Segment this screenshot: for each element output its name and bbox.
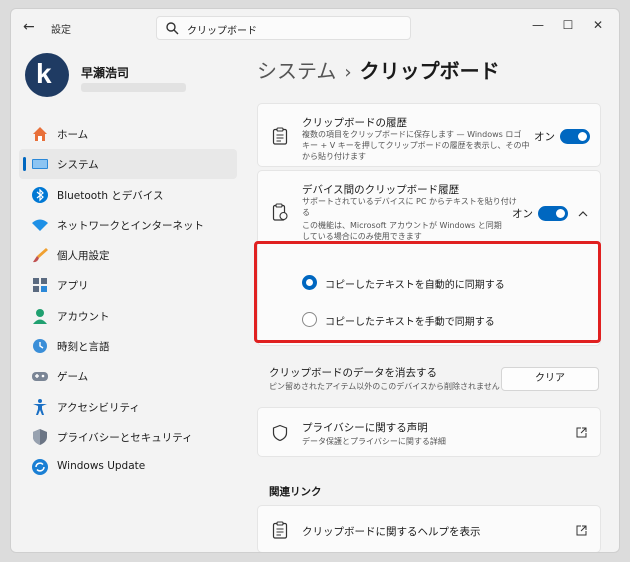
page-title: クリップボード — [359, 59, 500, 83]
privacy-card[interactable]: プライバシーに関する声明 データ保護とプライバシーに関する詳細 — [257, 407, 601, 457]
sidebar-item-label: アクセシビリティ — [57, 401, 140, 414]
breadcrumb: システム › クリップボード — [257, 55, 500, 84]
close-icon[interactable]: ✕ — [583, 15, 613, 35]
shield-icon — [272, 424, 288, 442]
external-link-icon — [576, 525, 587, 536]
apps-icon — [33, 278, 47, 293]
clear-desc: ピン留めされたアイテム以外のこのデバイスから削除されません — [269, 382, 500, 391]
sidebar-item-label: ネットワークとインターネット — [57, 219, 204, 232]
privacy-title: プライバシーに関する声明 — [302, 422, 428, 434]
sidebar-item-privacy[interactable]: プライバシーとセキュリティ — [19, 422, 237, 452]
sidebar-nav: ホーム システム Bluetooth とデバイス ネットワークとインターネット … — [19, 119, 237, 483]
chevron-up-icon[interactable] — [578, 209, 588, 219]
history-title: クリップボードの履歴 — [302, 117, 407, 129]
clipboard-icon — [272, 521, 288, 539]
toggle-knob — [556, 209, 565, 218]
user-email-redacted — [81, 83, 186, 92]
history-toggle-label: オン — [534, 131, 555, 143]
history-toggle[interactable] — [560, 129, 590, 144]
clipboard-icon — [272, 127, 288, 145]
minimize-icon[interactable]: — — [523, 15, 553, 35]
sidebar-item-system[interactable]: システム — [19, 149, 237, 180]
system-icon — [32, 159, 48, 170]
home-icon — [33, 127, 47, 141]
sidebar-item-label: 時刻と言語 — [57, 341, 110, 354]
sidebar-item-label: 個人用設定 — [57, 250, 110, 263]
active-indicator — [23, 157, 26, 172]
help-link-title: クリップボードに関するヘルプを表示 — [302, 526, 481, 538]
avatar: k — [25, 53, 69, 97]
sync-desc-1: サポートされているデバイスに PC からテキストを貼り付け — [302, 197, 517, 206]
related-links-heading: 関連リンク — [269, 486, 322, 498]
brush-icon — [33, 248, 48, 263]
gamepad-icon — [32, 372, 48, 382]
sidebar-item-label: Windows Update — [57, 460, 146, 473]
sidebar-item-accounts[interactable]: アカウント — [19, 301, 237, 331]
history-desc-3: から貼り付けます — [302, 152, 366, 161]
sync-title: デバイス間のクリップボード履歴 — [302, 184, 460, 196]
settings-window: ← 設定 クリップボード — ☐ ✕ k 早瀬浩司 ホーム システム Bluet… — [10, 8, 620, 553]
sidebar-item-label: プライバシーとセキュリティ — [57, 431, 193, 444]
shield-icon — [33, 428, 47, 445]
sidebar-item-personalization[interactable]: 個人用設定 — [19, 240, 237, 270]
history-desc-1: 複数の項目をクリップボードに保存します — Windows ロゴ — [302, 130, 522, 139]
sync-toggle-label: オン — [512, 208, 533, 220]
sidebar-item-windows-update[interactable]: Windows Update — [19, 452, 237, 482]
maximize-icon[interactable]: ☐ — [553, 15, 583, 35]
sidebar-item-accessibility[interactable]: アクセシビリティ — [19, 392, 237, 422]
wifi-icon — [32, 219, 48, 231]
avatar-letter: k — [36, 58, 52, 89]
external-link-icon — [576, 427, 587, 438]
clipboard-sync-icon — [272, 203, 288, 221]
sidebar-item-label: ホーム — [57, 129, 89, 141]
help-link-card[interactable]: クリップボードに関するヘルプを表示 — [257, 505, 601, 552]
search-icon — [166, 22, 179, 35]
search-input[interactable]: クリップボード — [187, 22, 257, 37]
update-icon — [32, 459, 48, 476]
sidebar-item-label: アプリ — [57, 280, 89, 293]
sidebar-item-home[interactable]: ホーム — [19, 119, 237, 149]
sync-desc-3: この機能は、Microsoft アカウントが Windows と同期 — [302, 221, 502, 230]
sync-desc-2: る — [302, 208, 310, 217]
sync-toggle[interactable] — [538, 206, 568, 221]
user-name: 早瀬浩司 — [81, 66, 130, 80]
sidebar-item-bluetooth[interactable]: Bluetooth とデバイス — [19, 180, 237, 210]
title-bar: ← 設定 クリップボード — ☐ ✕ — [11, 9, 619, 45]
sidebar-item-label: アカウント — [57, 310, 110, 323]
clipboard-history-card: クリップボードの履歴 複数の項目をクリップボードに保存します — Windows… — [257, 103, 601, 167]
privacy-desc: データ保護とプライバシーに関する詳細 — [302, 437, 446, 446]
sidebar-item-gaming[interactable]: ゲーム — [19, 361, 237, 391]
bluetooth-icon — [32, 186, 48, 203]
breadcrumb-parent[interactable]: システム — [257, 59, 336, 83]
back-arrow-icon[interactable]: ← — [23, 19, 39, 35]
sidebar-item-time-language[interactable]: 時刻と言語 — [19, 331, 237, 361]
toggle-knob — [578, 132, 587, 141]
sidebar-item-label: システム — [57, 159, 99, 172]
sidebar-item-label: ゲーム — [57, 371, 89, 384]
clear-button[interactable]: クリア — [501, 367, 599, 391]
history-desc-2: キー + V キーを押してクリップボードの履歴を表示し、その中 — [302, 141, 530, 150]
sidebar-item-apps[interactable]: アプリ — [19, 270, 237, 300]
red-highlight-box — [254, 241, 601, 343]
breadcrumb-separator: › — [344, 62, 352, 83]
clear-title: クリップボードのデータを消去する — [269, 367, 437, 379]
accessibility-icon — [33, 398, 47, 415]
search-box[interactable]: クリップボード — [156, 16, 411, 40]
clock-icon — [33, 339, 47, 354]
sidebar-item-network[interactable]: ネットワークとインターネット — [19, 210, 237, 240]
app-title: 設定 — [51, 25, 71, 36]
account-icon — [33, 308, 47, 324]
sidebar-item-label: Bluetooth とデバイス — [57, 189, 164, 202]
